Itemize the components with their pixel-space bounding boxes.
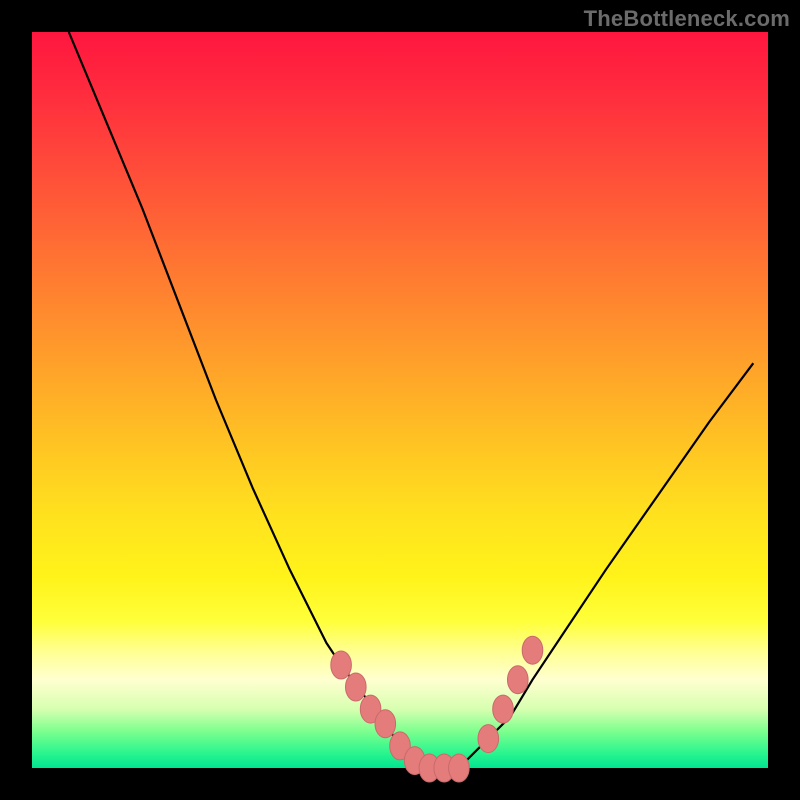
- curve-marker: [522, 636, 543, 664]
- curve-marker: [493, 695, 514, 723]
- chart-frame: TheBottleneck.com: [0, 0, 800, 800]
- curve-marker: [331, 651, 352, 679]
- curve-marker: [478, 725, 499, 753]
- bottleneck-curve: [69, 32, 754, 768]
- curve-marker: [449, 754, 470, 782]
- curve-marker: [346, 673, 367, 701]
- watermark-text: TheBottleneck.com: [584, 6, 790, 32]
- chart-svg: [32, 32, 768, 768]
- marker-group: [331, 636, 543, 782]
- plot-area: [32, 32, 768, 768]
- curve-marker: [508, 666, 529, 694]
- curve-marker: [375, 710, 396, 738]
